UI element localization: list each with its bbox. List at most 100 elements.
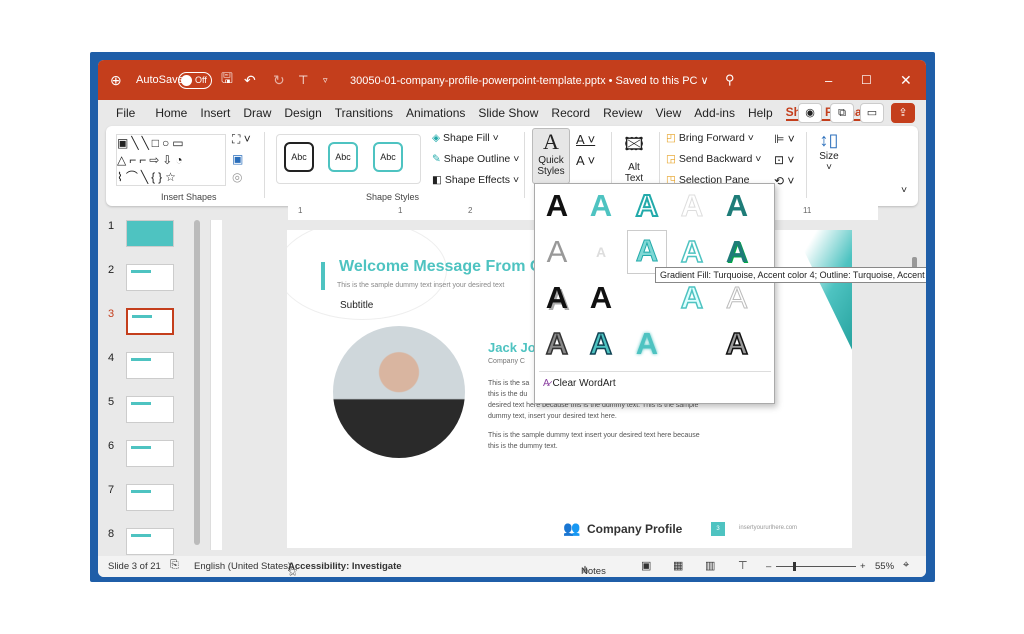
wordart-style[interactable]: A [537, 186, 577, 226]
maximize-icon[interactable]: ☐ [861, 73, 872, 87]
wordart-style[interactable]: A [537, 232, 577, 272]
tab-transitions[interactable]: Transitions [335, 106, 393, 120]
tab-home[interactable]: Home [155, 106, 187, 120]
share-button[interactable]: ⇪ [891, 103, 915, 123]
file-name[interactable]: 30050-01-company-profile-powerpoint-temp… [350, 74, 709, 87]
present-icon[interactable]: ⊤ [298, 73, 308, 87]
redo-icon[interactable]: ↻ [273, 72, 285, 89]
clear-wordart-button[interactable]: A̷ Clear WordArt [543, 378, 616, 389]
tab-review[interactable]: Review [603, 106, 642, 120]
wordart-style[interactable]: A [717, 324, 757, 364]
zoom-in-button[interactable]: + [860, 561, 866, 572]
wordart-style[interactable]: A [717, 232, 757, 272]
close-icon[interactable]: ✕ [900, 72, 912, 89]
size-button[interactable]: ↕▯ Size ˅ [814, 130, 844, 173]
wordart-style[interactable]: A [672, 186, 712, 226]
undo-icon[interactable]: ↶ [244, 72, 256, 89]
slide-thumbnail[interactable] [126, 220, 174, 247]
shape-style-2[interactable]: Abc [328, 142, 358, 172]
wordart-style[interactable]: A [537, 324, 577, 364]
slide-thumbnail[interactable] [126, 396, 174, 423]
align-icon[interactable]: ⊫ ˅ [774, 132, 795, 146]
wordart-style[interactable]: A [581, 278, 621, 318]
bring-forward-button[interactable]: ◰ Bring Forward ˅ [666, 132, 754, 144]
slide-thumbnail[interactable] [126, 440, 174, 467]
wordart-style[interactable]: A [717, 278, 757, 318]
wordart-style[interactable]: A [537, 278, 577, 318]
language[interactable]: English (United States) [194, 561, 291, 572]
customize-qat-icon[interactable]: ▿ [323, 75, 328, 86]
alt-text-button[interactable]: 🖾 Alt Text [618, 132, 650, 184]
wordart-style[interactable]: A [672, 278, 712, 318]
tab-add-ins[interactable]: Add-ins [694, 106, 735, 120]
text-fill-icon[interactable]: A ˅ [576, 132, 595, 147]
zoom-level[interactable]: 55% [875, 561, 894, 572]
paragraph-2[interactable]: This is the sample dummy text insert you… [488, 430, 700, 452]
wordart-style[interactable]: A [581, 186, 621, 226]
tab-insert[interactable]: Insert [200, 106, 230, 120]
tab-animations[interactable]: Animations [406, 106, 465, 120]
shape-style-3[interactable]: Abc [373, 142, 403, 172]
edit-shape-icon[interactable]: ⛶ ˅ [232, 132, 251, 147]
search-icon[interactable]: ⚲ [725, 72, 735, 88]
minimize-icon[interactable]: – [825, 73, 832, 88]
slide-thumbnail[interactable] [126, 352, 174, 379]
tab-record[interactable]: Record [551, 106, 590, 120]
text-outline-icon[interactable]: A ˅ [576, 153, 595, 168]
slide-thumbnail[interactable] [126, 484, 174, 511]
tab-help[interactable]: Help [748, 106, 773, 120]
quick-styles-button[interactable]: A Quick Styles [532, 128, 570, 184]
comments-button[interactable]: ▭ [860, 103, 884, 123]
accessibility-button[interactable]: ⚝ Accessibility: Investigate [288, 561, 402, 577]
tab-file[interactable]: File [116, 106, 135, 120]
wordart-style[interactable]: A [581, 232, 621, 272]
thumbnails-scrollbar[interactable] [194, 220, 200, 545]
shape-fill-button[interactable]: ◈ Shape Fill ˅ [432, 132, 499, 144]
zoom-out-button[interactable]: – [766, 561, 771, 572]
slide-title[interactable]: Welcome Message From C [339, 258, 541, 276]
slide-thumbnail[interactable] [126, 528, 174, 555]
teams-button[interactable]: ⧉ [830, 103, 854, 123]
rotate-icon[interactable]: ⟲ ˅ [774, 174, 794, 188]
person-role[interactable]: Company C [488, 358, 525, 365]
zoom-slider[interactable] [776, 562, 856, 571]
fit-to-window-icon[interactable]: ⌖ [903, 559, 909, 572]
slide-thumbnails-pane: 1 2 3 4 5 6 7 8 [98, 210, 208, 555]
tab-design[interactable]: Design [284, 106, 321, 120]
wordart-style[interactable]: A [672, 232, 712, 272]
tab-slide-show[interactable]: Slide Show [478, 106, 538, 120]
normal-view-icon[interactable]: ▣ [641, 559, 651, 572]
group-icon[interactable]: ⊡ ˅ [774, 153, 794, 167]
shape-effects-button[interactable]: ◧ Shape Effects ˅ [432, 174, 519, 186]
wordart-style[interactable]: A [627, 186, 667, 226]
slide-thumbnail-selected[interactable] [126, 308, 174, 335]
subtitle[interactable]: Subtitle [340, 300, 373, 311]
slide-sorter-icon[interactable]: ▦ [673, 559, 683, 572]
text-box-icon[interactable]: ▣ [232, 152, 243, 166]
person-name[interactable]: Jack Jo [488, 340, 536, 355]
slide-subtitle-text[interactable]: This is the sample dummy text insert you… [337, 282, 504, 289]
wordart-style[interactable]: A [717, 186, 757, 226]
wordart-style[interactable]: A [627, 324, 667, 364]
reading-view-icon[interactable]: ▥ [705, 559, 715, 572]
accessibility-icon: ⚝ [288, 566, 298, 577]
save-icon[interactable]: 🖫 [221, 68, 233, 92]
slide-scrollbar[interactable] [912, 255, 918, 515]
merge-shapes-icon[interactable]: ◎ [232, 170, 242, 184]
send-backward-button[interactable]: ◲ Send Backward ˅ [666, 153, 761, 165]
shapes-gallery[interactable]: ▣╲╲□○▭ △⌐⌐⇨⇩◔ ⌇⌒╲{}☆ [116, 134, 226, 186]
spell-check-icon[interactable]: ⎘ [170, 559, 179, 572]
slideshow-icon[interactable]: ⊤ [738, 559, 748, 572]
tab-view[interactable]: View [655, 106, 681, 120]
tooltip: Gradient Fill: Turquoise, Accent color 4… [655, 267, 926, 283]
shape-style-1[interactable]: Abc [284, 142, 314, 172]
footer-url: insertyoururlhere.com [739, 525, 798, 531]
wordart-style[interactable]: A [581, 324, 621, 364]
autosave-toggle[interactable]: Off [178, 71, 212, 89]
record-button[interactable]: ◉ [798, 103, 822, 123]
footer-title[interactable]: Company Profile [587, 522, 682, 536]
tab-draw[interactable]: Draw [243, 106, 271, 120]
collapse-ribbon-icon[interactable]: ˅ [901, 184, 907, 196]
slide-thumbnail[interactable] [126, 264, 174, 291]
shape-outline-button[interactable]: ✎ Shape Outline ˅ [432, 153, 519, 165]
